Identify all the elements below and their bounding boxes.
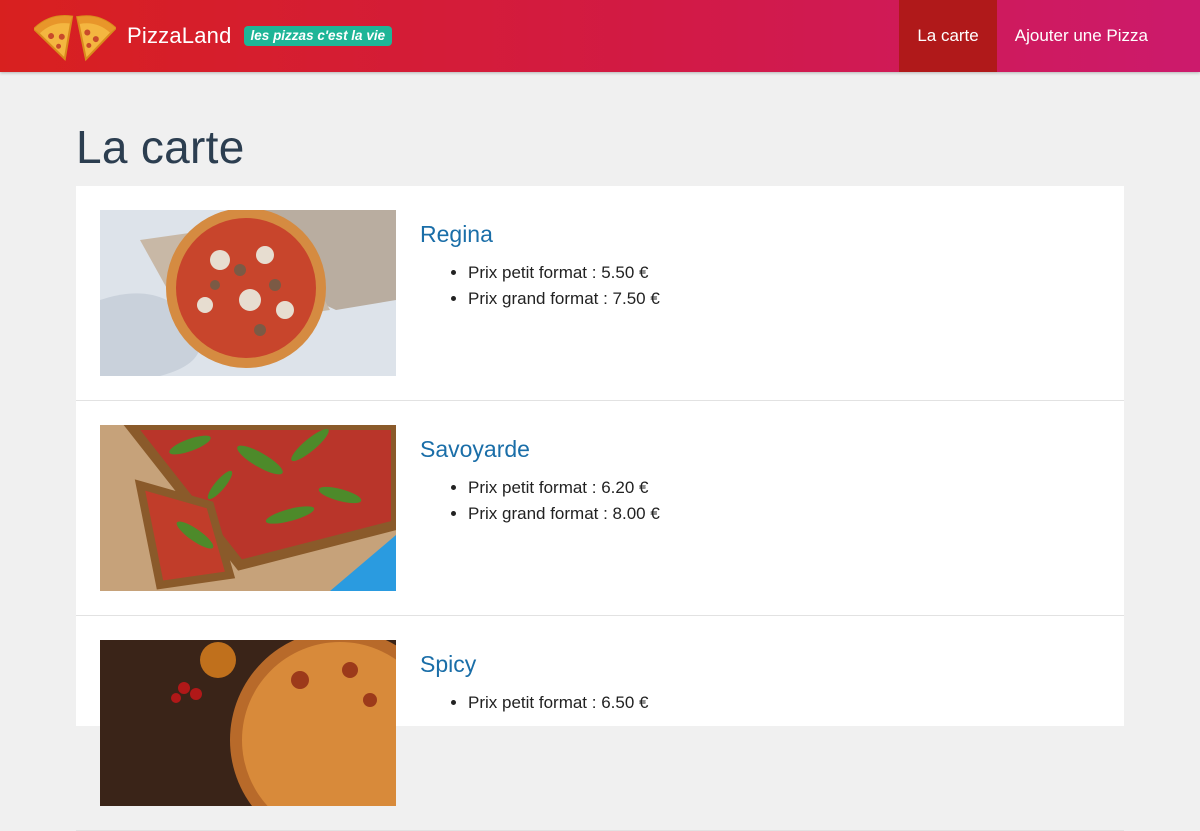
- tagline-badge: les pizzas c'est la vie: [243, 26, 393, 46]
- price-list: Prix petit format : 6.20 € Prix grand fo…: [468, 475, 660, 527]
- pizza-item: Spicy Prix petit format : 6.50 €: [76, 616, 1124, 831]
- pizza-list: Regina Prix petit format : 5.50 € Prix g…: [76, 186, 1124, 831]
- pizza-info: Savoyarde Prix petit format : 6.20 € Pri…: [420, 436, 660, 527]
- brand-name[interactable]: PizzaLand: [127, 23, 232, 49]
- pizza-photo: [100, 210, 396, 376]
- top-navbar: PizzaLand les pizzas c'est la vie La car…: [0, 0, 1200, 72]
- nav-links: La carte Ajouter une Pizza: [899, 0, 1200, 72]
- nav-la-carte[interactable]: La carte: [899, 0, 997, 72]
- brand[interactable]: PizzaLand les pizzas c'est la vie: [34, 6, 393, 66]
- pizza-name-link[interactable]: Spicy: [420, 651, 648, 678]
- page-title: La carte: [76, 121, 245, 173]
- pizza-name-link[interactable]: Savoyarde: [420, 436, 660, 463]
- pizza-savoyarde-image: [100, 425, 396, 591]
- small-price: Prix petit format : 6.50 €: [468, 690, 648, 716]
- pizza-logo-icon: [34, 15, 116, 62]
- pizza-item: Savoyarde Prix petit format : 6.20 € Pri…: [76, 401, 1124, 616]
- large-price: Prix grand format : 7.50 €: [468, 286, 660, 312]
- large-price: Prix grand format : 8.00 €: [468, 501, 660, 527]
- small-price: Prix petit format : 6.20 €: [468, 475, 660, 501]
- price-list: Prix petit format : 6.50 €: [468, 690, 648, 716]
- pizza-regina-image: [100, 210, 396, 376]
- nav-ajouter-pizza[interactable]: Ajouter une Pizza: [997, 0, 1200, 72]
- small-price: Prix petit format : 5.50 €: [468, 260, 660, 286]
- pizza-info: Regina Prix petit format : 5.50 € Prix g…: [420, 221, 660, 312]
- pizza-spicy-image: [100, 640, 396, 806]
- price-list: Prix petit format : 5.50 € Prix grand fo…: [468, 260, 660, 312]
- pizza-name-link[interactable]: Regina: [420, 221, 660, 248]
- pizza-photo: [100, 640, 396, 806]
- pizza-info: Spicy Prix petit format : 6.50 €: [420, 651, 648, 716]
- pizza-photo: [100, 425, 396, 591]
- pizza-item: Regina Prix petit format : 5.50 € Prix g…: [76, 186, 1124, 401]
